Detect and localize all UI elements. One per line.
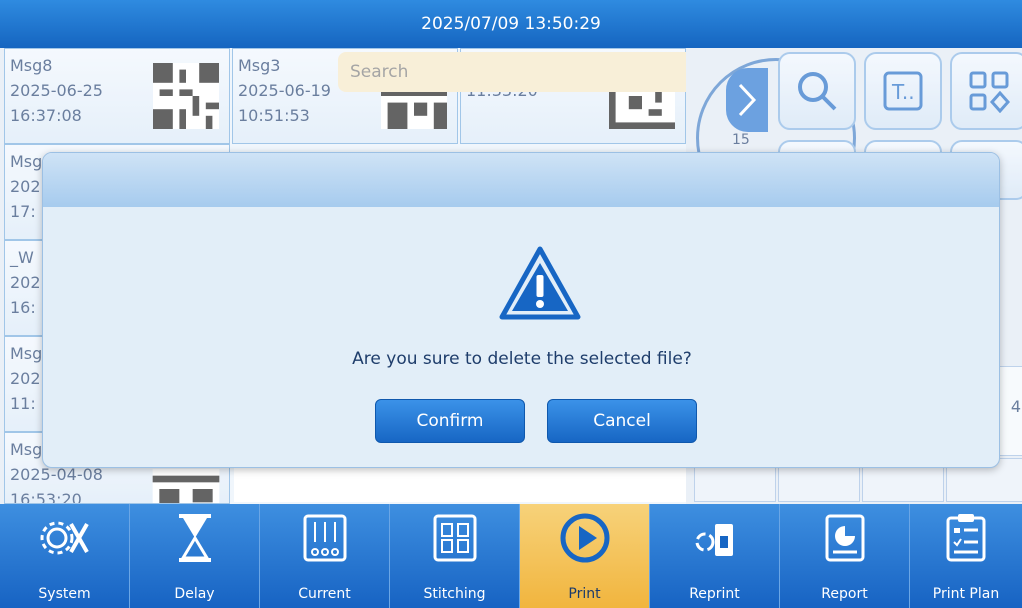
nav-label: Print	[568, 586, 601, 602]
bottom-nav: System Delay Current Stitching Print Rep…	[0, 504, 1022, 608]
nav-stitching[interactable]: Stitching	[390, 504, 520, 608]
datetime-label: 2025/07/09 13:50:29	[421, 14, 601, 34]
nav-print-plan[interactable]: Print Plan	[910, 504, 1022, 608]
dialog-message: Are you sure to delete the selected file…	[352, 349, 692, 369]
report-icon	[825, 514, 864, 562]
nav-label: Stitching	[423, 586, 486, 602]
reprint-icon	[695, 524, 733, 556]
play-icon	[560, 513, 609, 563]
nav-label: Report	[821, 586, 868, 602]
nav-system[interactable]: System	[0, 504, 130, 608]
confirm-button[interactable]: Confirm	[375, 399, 525, 443]
clipboard-icon	[946, 514, 986, 562]
nav-label: Delay	[174, 586, 215, 602]
sliders-icon	[303, 514, 346, 562]
nav-label: System	[38, 586, 91, 602]
nav-reprint[interactable]: Reprint	[650, 504, 780, 608]
nav-print[interactable]: Print	[520, 504, 650, 608]
hourglass-icon	[178, 514, 211, 562]
nav-label: Reprint	[689, 586, 740, 602]
title-bar: 2025/07/09 13:50:29	[0, 0, 1022, 48]
stitching-icon	[433, 514, 476, 562]
warning-icon	[499, 246, 581, 320]
dialog-header	[43, 153, 999, 207]
nav-label: Print Plan	[932, 586, 1000, 602]
cancel-button[interactable]: Cancel	[547, 399, 697, 443]
nav-delay[interactable]: Delay	[130, 504, 260, 608]
nav-report[interactable]: Report	[780, 504, 910, 608]
confirm-delete-dialog: Are you sure to delete the selected file…	[42, 152, 1000, 468]
nav-label: Current	[298, 586, 351, 602]
gears-icon	[40, 521, 89, 555]
nav-current[interactable]: Current	[260, 504, 390, 608]
